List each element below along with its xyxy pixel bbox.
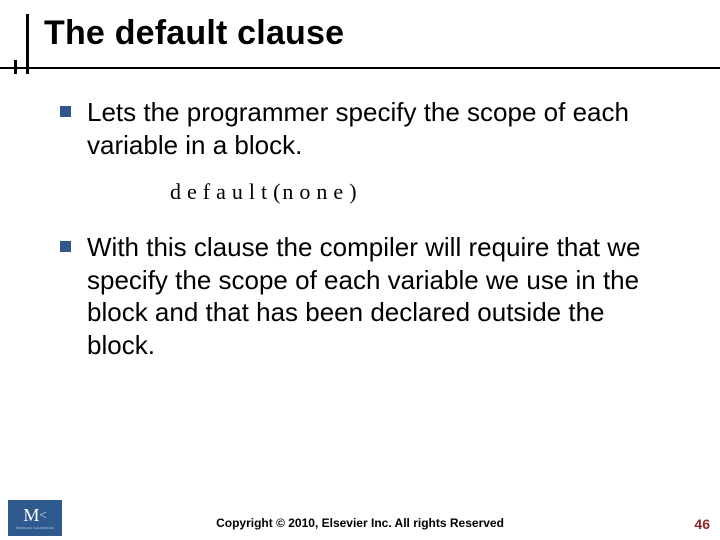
rule-tick-long xyxy=(26,14,29,74)
code-close-paren: ) xyxy=(349,179,358,204)
title-area: The default clause xyxy=(0,14,720,53)
slide: The default clause Lets the programmer s… xyxy=(0,0,720,540)
code-sample: default(none) xyxy=(170,179,670,205)
rule-tick-short xyxy=(14,60,17,74)
code-keyword: default xyxy=(170,179,273,204)
bullet-square-icon xyxy=(60,106,71,117)
slide-footer: M< MORGAN KAUFMANN Copyright © 2010, Els… xyxy=(0,496,720,540)
title-rule xyxy=(0,60,720,74)
list-item: With this clause the compiler will requi… xyxy=(60,231,670,361)
code-arg: none xyxy=(282,179,349,204)
bullet-text: With this clause the compiler will requi… xyxy=(87,231,670,361)
page-number: 46 xyxy=(694,516,710,532)
list-item: Lets the programmer specify the scope of… xyxy=(60,96,670,161)
copyright-text: Copyright © 2010, Elsevier Inc. All righ… xyxy=(0,516,720,530)
rule-horizontal xyxy=(0,67,720,69)
slide-title: The default clause xyxy=(0,14,720,53)
slide-body: Lets the programmer specify the scope of… xyxy=(60,96,670,379)
bullet-square-icon xyxy=(60,241,71,252)
bullet-text: Lets the programmer specify the scope of… xyxy=(87,96,670,161)
